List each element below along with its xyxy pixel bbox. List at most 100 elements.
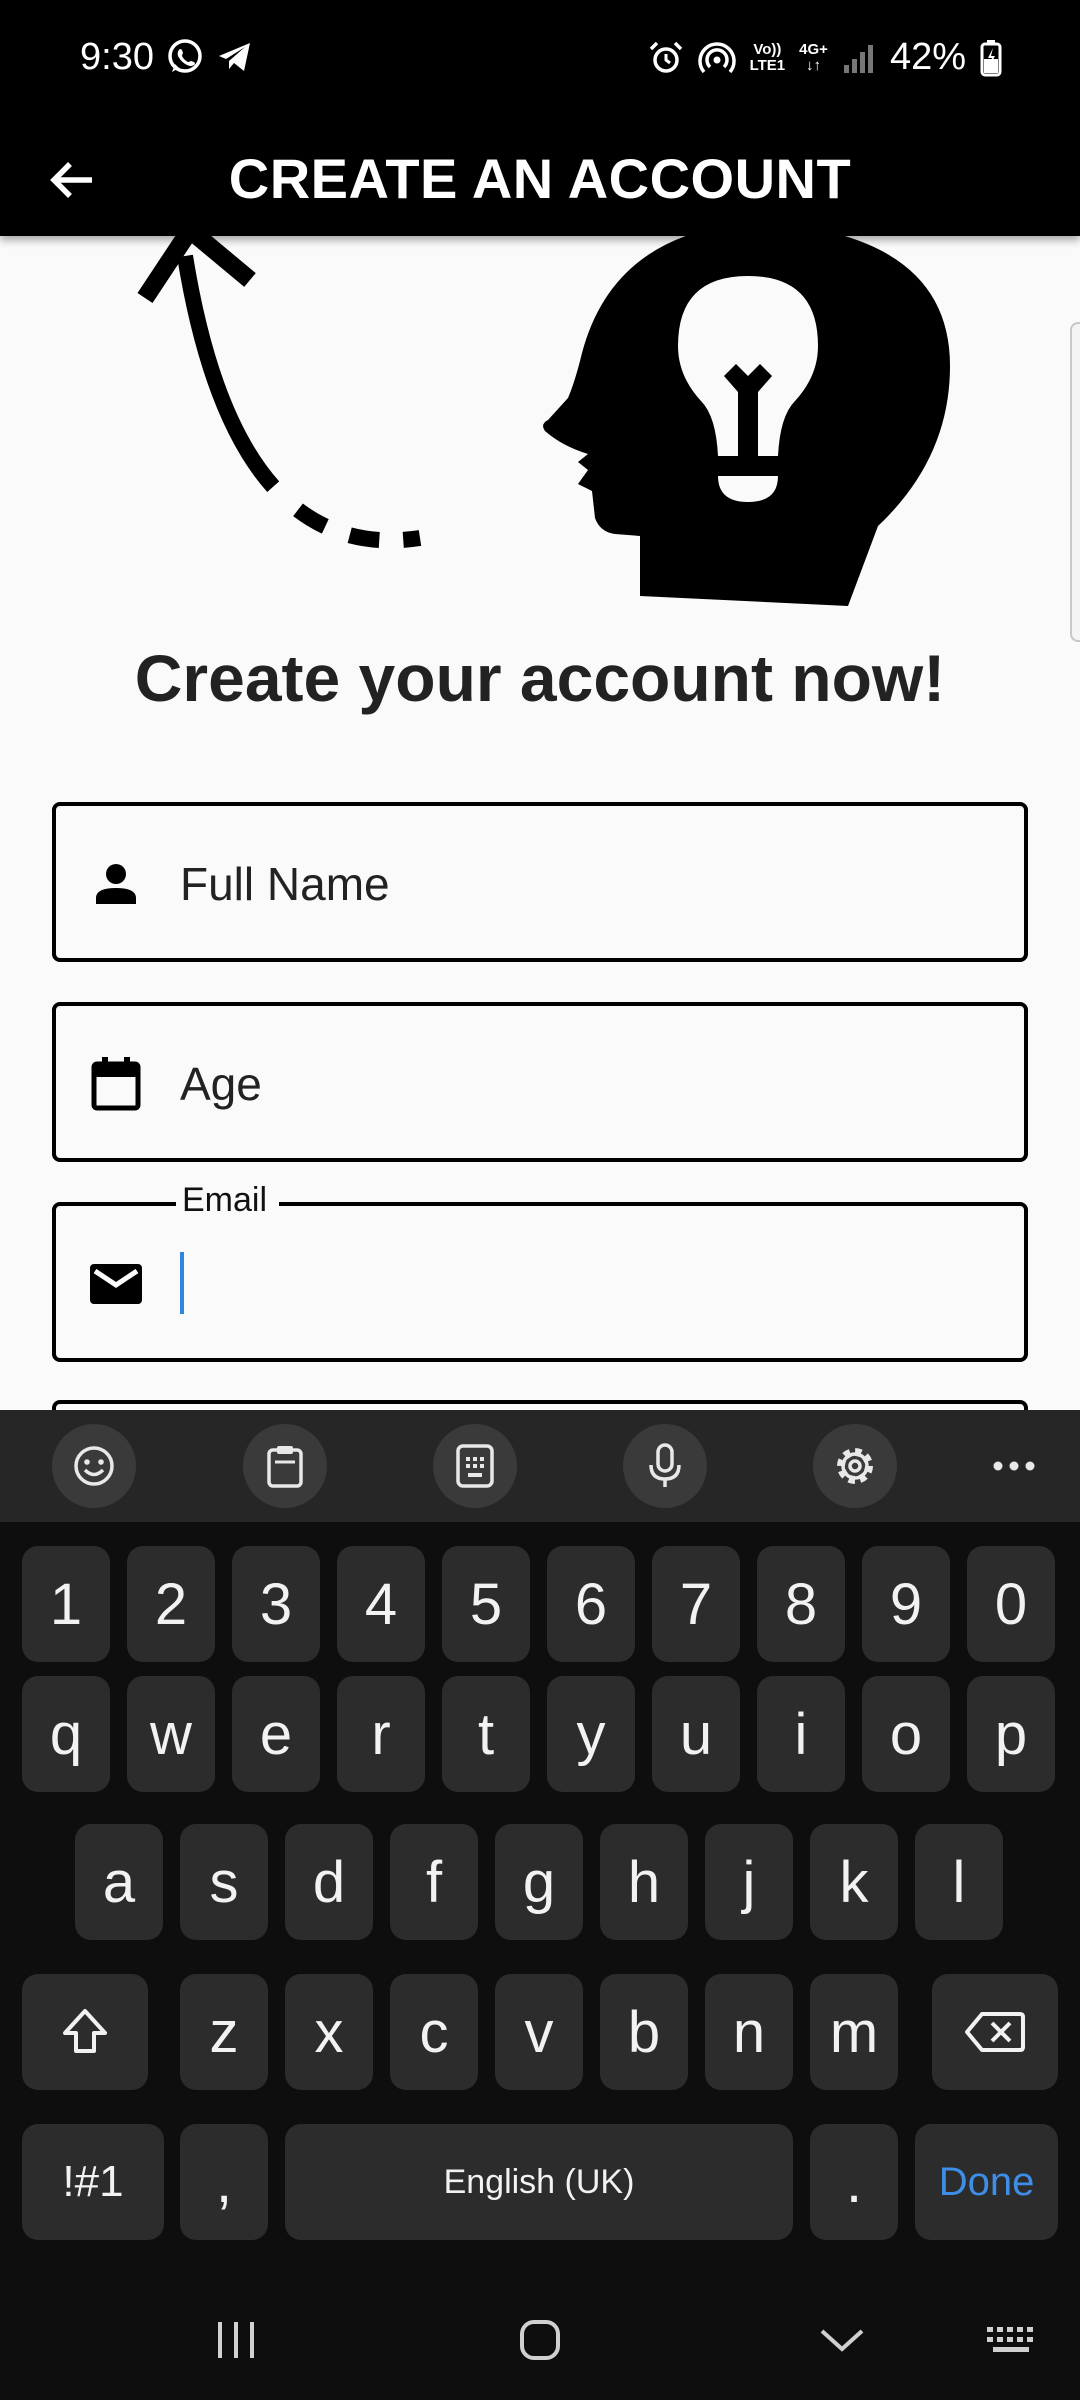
keyboard-icon: [987, 2327, 1033, 2352]
battery-charging-icon: [980, 39, 1002, 77]
recent-apps-button[interactable]: [206, 2308, 266, 2372]
keyboard-switch-button[interactable]: [980, 2308, 1044, 2372]
key-n[interactable]: n: [705, 1974, 793, 2090]
settings-icon: [837, 1448, 873, 1484]
status-notification-icons: [166, 38, 254, 81]
key-f[interactable]: f: [390, 1824, 478, 1940]
hotspot-icon: [697, 40, 736, 76]
full-name-field[interactable]: Full Name: [52, 802, 1028, 962]
recent-apps-icon: [218, 2322, 254, 2358]
key-s[interactable]: s: [180, 1824, 268, 1940]
data-arrows-icon: ↓↑: [806, 56, 822, 74]
signal-icon: [842, 41, 876, 75]
battery-percent: 42%: [889, 36, 966, 78]
emoji-button[interactable]: [52, 1424, 136, 1508]
key-m[interactable]: m: [810, 1974, 898, 2090]
alarm-icon: [648, 40, 684, 76]
email-label: Email: [176, 1178, 280, 1222]
key-b[interactable]: b: [600, 1974, 688, 2090]
done-key[interactable]: Done: [915, 2124, 1058, 2240]
keyboard-toolbar: [0, 1410, 1080, 1522]
shift-icon: [63, 2009, 107, 2053]
whatsapp-icon: [166, 38, 204, 81]
key-2[interactable]: 2: [127, 1546, 215, 1662]
telegram-icon: [216, 38, 254, 81]
key-p[interactable]: p: [967, 1676, 1055, 1792]
key-w[interactable]: w: [127, 1676, 215, 1792]
key-6[interactable]: 6: [547, 1546, 635, 1662]
key-k[interactable]: k: [810, 1824, 898, 1940]
emoji-icon: [74, 1446, 114, 1486]
key-8[interactable]: 8: [757, 1546, 845, 1662]
clipboard-button[interactable]: [243, 1424, 327, 1508]
key-e[interactable]: e: [232, 1676, 320, 1792]
idea-head-illustration: [137, 236, 950, 606]
form-heading: Create your account now!: [134, 641, 946, 715]
status-time: 9:30: [80, 36, 154, 78]
app-bar: CREATE AN ACCOUNT: [0, 122, 1080, 236]
microphone-icon: [649, 1443, 681, 1487]
clipboard-icon: [267, 1446, 303, 1488]
person-icon: [88, 856, 144, 912]
key-j[interactable]: j: [705, 1824, 793, 1940]
lte-label: LTE1: [749, 56, 786, 74]
keypad-button[interactable]: [433, 1424, 517, 1508]
key-x[interactable]: x: [285, 1974, 373, 2090]
email-field[interactable]: Email: [52, 1178, 1028, 1362]
key-l[interactable]: l: [915, 1824, 1003, 1940]
key-7[interactable]: 7: [652, 1546, 740, 1662]
page-title: CREATE AN ACCOUNT: [228, 147, 852, 210]
key-g[interactable]: g: [495, 1824, 583, 1940]
symbols-key[interactable]: !#1: [22, 2124, 164, 2240]
soft-keyboard: 1 2 3 4 5 6 7 8 9 0 q w e r t y u i o p …: [0, 1410, 1080, 2400]
voice-input-button[interactable]: [623, 1424, 707, 1508]
network-type-label: 4G+: [799, 40, 828, 58]
key-h[interactable]: h: [600, 1824, 688, 1940]
chevron-down-icon: [820, 2329, 864, 2352]
key-a[interactable]: a: [75, 1824, 163, 1940]
more-options-button[interactable]: [972, 1424, 1056, 1508]
key-q[interactable]: q: [22, 1676, 110, 1792]
home-button[interactable]: [510, 2308, 570, 2372]
key-3[interactable]: 3: [232, 1546, 320, 1662]
key-d[interactable]: d: [285, 1824, 373, 1940]
key-4[interactable]: 4: [337, 1546, 425, 1662]
key-t[interactable]: t: [442, 1676, 530, 1792]
scrollbar-thumb[interactable]: [1070, 322, 1080, 642]
key-u[interactable]: u: [652, 1676, 740, 1792]
key-r[interactable]: r: [337, 1676, 425, 1792]
backspace-icon: [965, 2012, 1025, 2052]
keypad-icon: [456, 1444, 494, 1488]
volte-indicator: Vo)) LTE1: [749, 40, 786, 74]
key-v[interactable]: v: [495, 1974, 583, 2090]
key-0[interactable]: 0: [967, 1546, 1055, 1662]
age-field[interactable]: Age: [52, 1002, 1028, 1162]
keyboard-settings-button[interactable]: [813, 1424, 897, 1508]
key-9[interactable]: 9: [862, 1546, 950, 1662]
calendar-icon: [88, 1056, 144, 1112]
network-indicator: 4G+ ↓↑: [799, 40, 828, 74]
key-i[interactable]: i: [757, 1676, 845, 1792]
key-1[interactable]: 1: [22, 1546, 110, 1662]
backspace-key[interactable]: [932, 1974, 1058, 2090]
full-name-placeholder: Full Name: [180, 858, 390, 910]
email-input[interactable]: [180, 1246, 980, 1318]
hide-keyboard-button[interactable]: [812, 2308, 872, 2372]
volte-label: Vo)): [753, 40, 782, 58]
key-c[interactable]: c: [390, 1974, 478, 2090]
comma-key[interactable]: ,: [180, 2124, 268, 2240]
mail-icon: [88, 1256, 144, 1312]
key-5[interactable]: 5: [442, 1546, 530, 1662]
key-o[interactable]: o: [862, 1676, 950, 1792]
age-placeholder: Age: [180, 1058, 262, 1110]
signup-form-screen: Create your account now! Full Name Age E…: [0, 236, 1080, 1410]
shift-key[interactable]: [22, 1974, 148, 2090]
key-z[interactable]: z: [180, 1974, 268, 2090]
key-y[interactable]: y: [547, 1676, 635, 1792]
period-key[interactable]: .: [810, 2124, 898, 2240]
next-field[interactable]: [52, 1400, 1028, 1410]
status-system-icons: Vo)) LTE1 4G+ ↓↑ 42%: [648, 36, 1002, 79]
text-cursor: [180, 1252, 184, 1314]
status-bar: 9:30 Vo)) LTE1 4G+ ↓↑ 42%: [0, 0, 1080, 122]
space-key[interactable]: English (UK): [285, 2124, 793, 2240]
